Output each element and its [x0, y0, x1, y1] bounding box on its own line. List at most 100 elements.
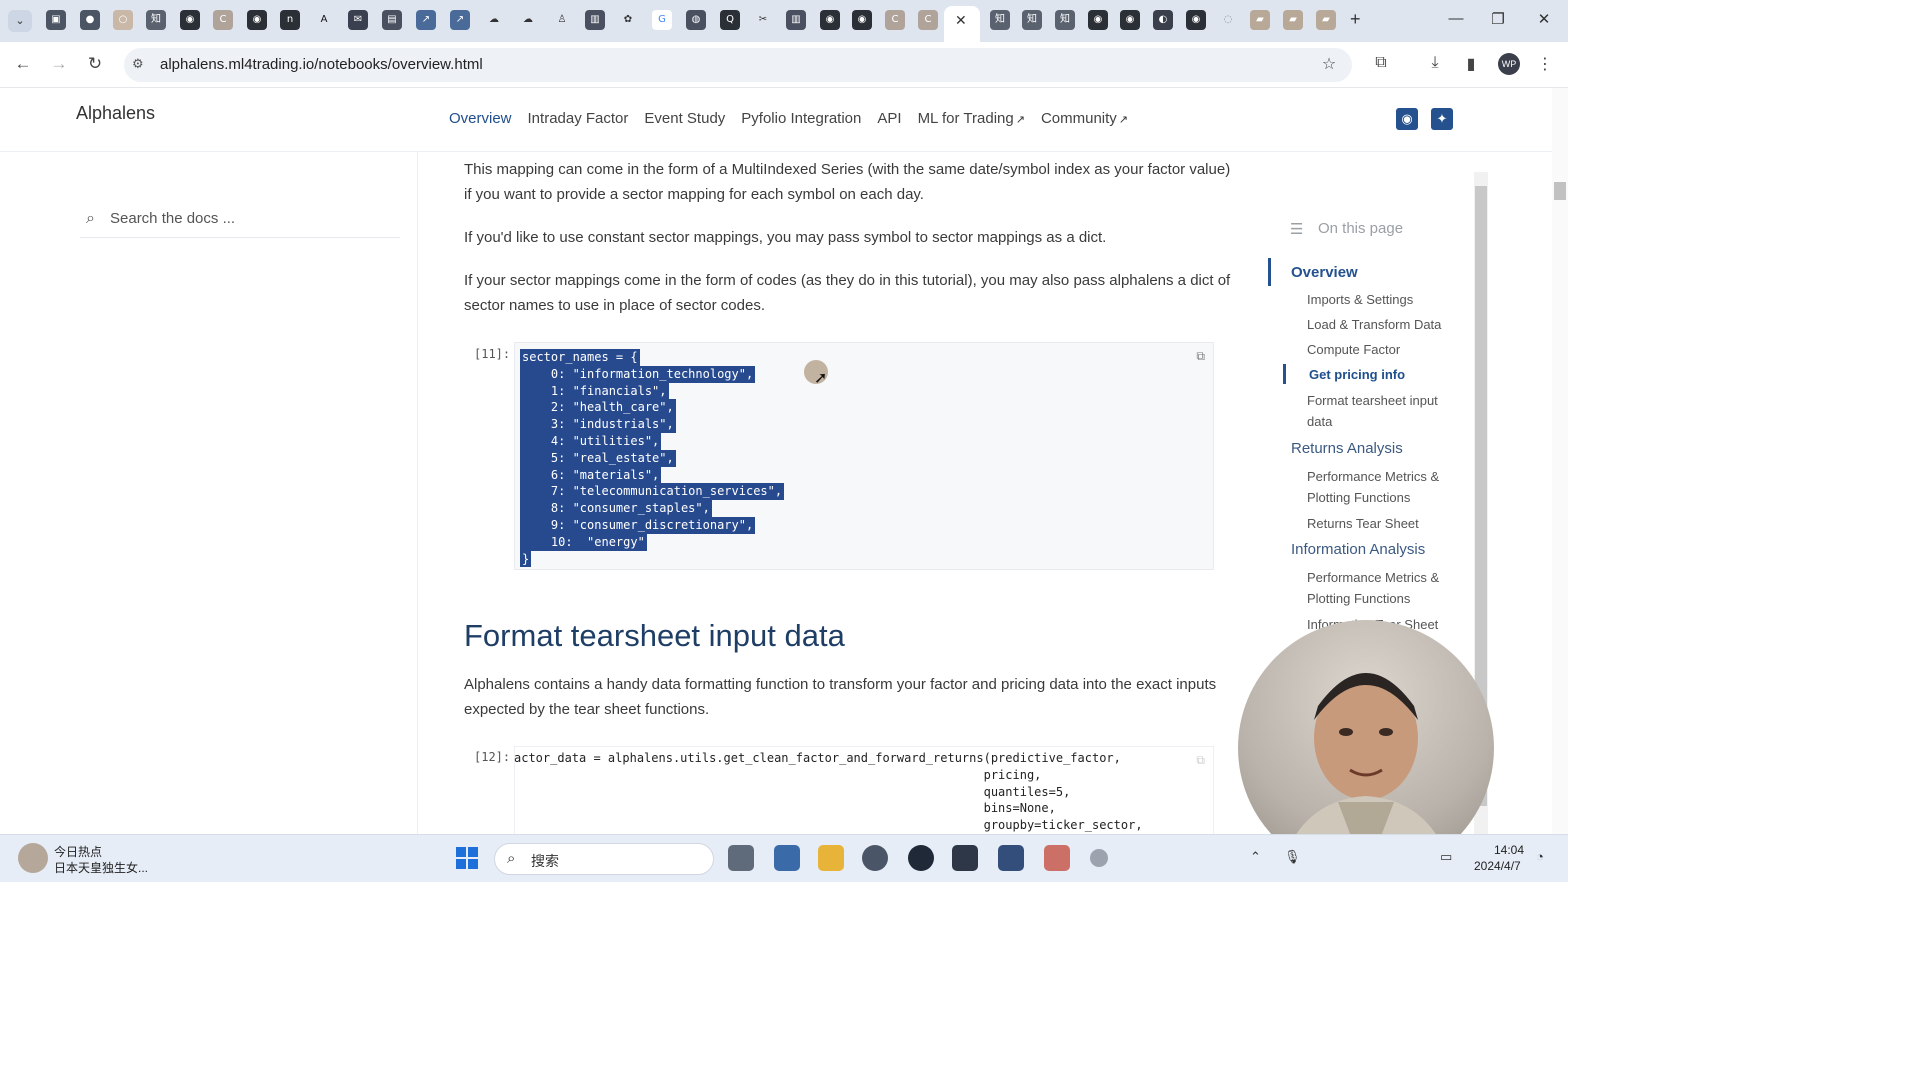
tab-c-icon[interactable]: C: [885, 10, 905, 30]
tab-loading-icon[interactable]: ◌: [1218, 10, 1238, 30]
tab-google-icon[interactable]: G: [652, 10, 672, 30]
copy-icon[interactable]: ⧉: [1196, 349, 1205, 364]
new-tab-button[interactable]: +: [1350, 9, 1361, 30]
page-scrollbar-thumb[interactable]: [1554, 182, 1566, 200]
wps-icon[interactable]: [1044, 845, 1070, 871]
tab-a-icon[interactable]: A: [314, 10, 334, 30]
sidepanel-icon[interactable]: ▮: [1460, 54, 1482, 74]
reload-icon[interactable]: ↻: [84, 54, 106, 74]
news-widget-icon[interactable]: [18, 843, 48, 873]
window-close-icon[interactable]: ✕: [1534, 10, 1554, 28]
tab-dark-icon[interactable]: ◐: [1153, 10, 1173, 30]
app-settings-icon[interactable]: [1090, 849, 1108, 867]
code-cell-sector-names[interactable]: ⧉ sector_names = { 0: "information_techn…: [514, 342, 1214, 570]
tab-eraser-icon[interactable]: ▰: [1250, 10, 1270, 30]
toc-item-load-transform[interactable]: Load & Transform Data: [1307, 314, 1457, 335]
tab-book-icon[interactable]: ▥: [786, 10, 806, 30]
site-info-icon[interactable]: ⚙: [132, 56, 144, 72]
news-widget-headline[interactable]: 日本天皇独生女...: [54, 859, 148, 876]
tab-doc-icon[interactable]: ▤: [382, 10, 402, 30]
tab-github-icon[interactable]: ◉: [820, 10, 840, 30]
tab-paw-icon[interactable]: ✿: [618, 10, 638, 30]
terminal-icon[interactable]: [952, 845, 978, 871]
twitter-icon[interactable]: ✦: [1431, 108, 1453, 130]
code-line[interactable]: quantiles=5,: [514, 784, 1071, 801]
tab-book-icon[interactable]: ▥: [585, 10, 605, 30]
tab-c-icon[interactable]: C: [918, 10, 938, 30]
tab-c-icon[interactable]: C: [213, 10, 233, 30]
tab-avatar-icon[interactable]: ○: [113, 10, 133, 30]
tab-eraser-icon[interactable]: ▰: [1316, 10, 1336, 30]
code-line[interactable]: }: [520, 550, 532, 568]
code-line[interactable]: 10: "energy": [520, 533, 647, 551]
menu-kebab-icon[interactable]: ⋮: [1534, 54, 1556, 74]
start-button[interactable]: [456, 847, 478, 869]
tab-zhihu-icon[interactable]: 知: [990, 10, 1010, 30]
code-line[interactable]: sector_names = {: [520, 349, 640, 366]
code-line[interactable]: 1: "financials",: [520, 382, 669, 400]
tab-n-icon[interactable]: n: [280, 10, 300, 30]
tab-github-icon[interactable]: ◉: [852, 10, 872, 30]
nav-community-wrap[interactable]: Community ↗: [1041, 110, 1128, 127]
tab-zhihu-icon[interactable]: 知: [1022, 10, 1042, 30]
clock-time[interactable]: 14:04: [1494, 843, 1524, 857]
code-line[interactable]: 2: "health_care",: [520, 399, 676, 417]
microphone-icon[interactable]: 🎙: [1284, 849, 1301, 865]
toc-item-returns-tear-sheet[interactable]: Returns Tear Sheet: [1307, 513, 1457, 534]
app-window-icon[interactable]: [774, 845, 800, 871]
toc-item-imports[interactable]: Imports & Settings: [1307, 289, 1457, 310]
forward-icon[interactable]: →: [48, 54, 70, 74]
close-tab-icon[interactable]: ✕: [955, 12, 967, 29]
nav-api[interactable]: API: [877, 110, 901, 127]
code-line[interactable]: 8: "consumer_staples",: [520, 500, 712, 517]
file-explorer-icon[interactable]: [818, 845, 844, 871]
nav-ml-for-trading-wrap[interactable]: ML for Trading ↗: [918, 110, 1025, 127]
bookmark-star-icon[interactable]: ☆: [1318, 54, 1340, 74]
tab-zhihu-icon[interactable]: 知: [1055, 10, 1075, 30]
nav-event-study[interactable]: Event Study: [644, 110, 725, 127]
tab-list-button[interactable]: ⌄: [8, 10, 32, 32]
copy-icon[interactable]: ⧉: [1196, 753, 1205, 768]
toc-item-format-tearsheet[interactable]: Format tearsheet input data: [1307, 390, 1457, 432]
tab-q-icon[interactable]: Q: [720, 10, 740, 30]
code-line[interactable]: 9: "consumer_discretionary",: [520, 517, 756, 534]
toc-item-information-analysis[interactable]: Information Analysis: [1291, 541, 1425, 558]
clock-date[interactable]: 2024/4/7: [1474, 859, 1521, 873]
task-view-icon[interactable]: [728, 845, 754, 871]
toc-item-compute-factor[interactable]: Compute Factor: [1307, 339, 1457, 360]
extensions-icon[interactable]: ⧉: [1370, 54, 1392, 72]
nav-intraday-factor[interactable]: Intraday Factor: [528, 110, 629, 127]
tab-chart-icon[interactable]: ↗: [416, 10, 436, 30]
restore-icon[interactable]: ❐: [1488, 10, 1508, 28]
tab-zhihu-icon[interactable]: 知: [146, 10, 166, 30]
tab-bilibili-icon[interactable]: ▣: [46, 10, 66, 30]
code-line[interactable]: 0: "information_technology",: [520, 365, 756, 383]
toc-item-returns-perf-metrics[interactable]: Performance Metrics & Plotting Functions: [1307, 466, 1457, 508]
tab-cloud-icon[interactable]: ☁: [484, 10, 504, 30]
tab-github-icon[interactable]: ◉: [247, 10, 267, 30]
nav-community[interactable]: Community: [1041, 110, 1117, 127]
tab-chat-icon[interactable]: ●: [80, 10, 100, 30]
notification-icon[interactable]: ◔: [1536, 849, 1544, 864]
tab-person-icon[interactable]: ♙: [552, 10, 572, 30]
code-line[interactable]: 4: "utilities",: [520, 433, 662, 450]
code-line[interactable]: 3: "industrials",: [520, 416, 676, 433]
taskbar-search[interactable]: ⌕ 搜索: [494, 843, 714, 875]
tab-tools-icon[interactable]: ✂: [753, 10, 773, 30]
app-check-icon[interactable]: [908, 845, 934, 871]
tab-cloud-icon[interactable]: ☁: [518, 10, 538, 30]
code-line[interactable]: 5: "real_estate",: [520, 449, 676, 467]
toc-item-info-perf-metrics[interactable]: Performance Metrics & Plotting Functions: [1307, 567, 1457, 609]
tab-github-icon[interactable]: ◉: [1186, 10, 1206, 30]
news-widget-title[interactable]: 今日热点: [54, 843, 102, 860]
tab-globe-icon[interactable]: ◍: [686, 10, 706, 30]
code-line[interactable]: bins=None,: [514, 800, 1056, 817]
tab-mail-icon[interactable]: ✉: [348, 10, 368, 30]
toc-item-get-pricing[interactable]: Get pricing info: [1309, 364, 1459, 385]
back-icon[interactable]: ←: [12, 54, 34, 74]
code-line[interactable]: actor_data = alphalens.utils.get_clean_f…: [514, 750, 1121, 767]
nav-pyfolio-integration[interactable]: Pyfolio Integration: [741, 110, 861, 127]
tab-github-icon[interactable]: ◉: [180, 10, 200, 30]
search-box[interactable]: ⌕: [80, 208, 400, 238]
code-line[interactable]: pricing,: [514, 767, 1042, 784]
